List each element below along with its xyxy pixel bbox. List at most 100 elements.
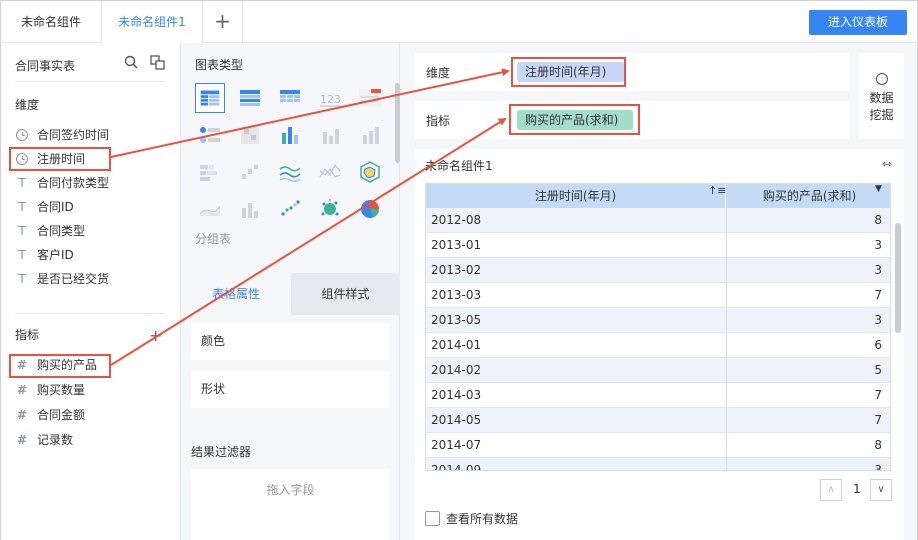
- component-title[interactable]: 未命名组件1: [425, 157, 493, 174]
- color-property[interactable]: 颜色: [191, 323, 390, 360]
- cell-value: 5: [874, 363, 882, 377]
- funnel-bar-chart-icon[interactable]: [235, 194, 265, 224]
- text-type-icon: T: [18, 224, 26, 238]
- metric-field-quantity[interactable]: # 购买数量: [15, 380, 85, 400]
- cell-date: 2014-09: [431, 463, 482, 471]
- stacked-bar-chart-icon[interactable]: [195, 157, 225, 187]
- multi-bar-chart-icon[interactable]: [275, 120, 305, 150]
- dimension-field-contract-sign-time[interactable]: 合同签约时间: [15, 125, 109, 145]
- column-header-products-sum[interactable]: 购买的产品(求和): [727, 184, 890, 208]
- expand-icon[interactable]: ⇿: [882, 157, 892, 171]
- add-tab-button[interactable]: +: [203, 1, 243, 43]
- table-row: 2014-01 6: [426, 333, 890, 358]
- field-label: 合同类型: [37, 224, 86, 238]
- polyline-chart-icon[interactable]: [315, 157, 345, 187]
- enter-dashboard-button[interactable]: 进入仪表板: [809, 10, 907, 35]
- data-mining-button[interactable]: 数据 挖掘: [859, 53, 904, 139]
- shape-property[interactable]: 形状: [191, 371, 390, 408]
- field-label: 记录数: [37, 433, 74, 447]
- dimension-drop-zone[interactable]: 维度 注册时间(年月): [415, 53, 849, 91]
- prev-page-button[interactable]: ∧: [820, 479, 842, 501]
- next-page-button[interactable]: ∨: [870, 479, 892, 501]
- table-row: 2013-03 7: [426, 283, 890, 308]
- metric-field-amount[interactable]: # 合同金额: [15, 405, 85, 425]
- line-chart-icon[interactable]: [275, 157, 305, 187]
- divider: [15, 81, 165, 82]
- tab-component-style[interactable]: 组件样式: [291, 273, 400, 315]
- kpi-number-chart-icon[interactable]: 123: [315, 83, 345, 113]
- dimension-field-contract-type[interactable]: T 合同类型: [15, 221, 85, 241]
- scatter-chart-icon[interactable]: [275, 194, 305, 224]
- tab-unnamed-component[interactable]: 未命名组件: [1, 1, 102, 43]
- annotation-box-dimension: [511, 57, 626, 87]
- checkbox-icon[interactable]: [425, 511, 440, 526]
- property-tabs: 表格属性 组件样式: [181, 273, 400, 315]
- text-type-icon: T: [18, 272, 26, 286]
- bubble-chart-icon[interactable]: [315, 194, 345, 224]
- table-row: 2014-03 7: [426, 383, 890, 408]
- chart-type-title: 图表类型: [195, 58, 244, 72]
- cell-value: 7: [874, 388, 882, 402]
- chart-config-panel: 图表类型 123 分组表 表格属性 组件样式 颜色 形状 结果过滤器 拖入字段: [181, 43, 400, 540]
- table-row: 2014-09 3: [426, 458, 890, 471]
- dimension-field-payment-type[interactable]: T 合同付款类型: [15, 173, 109, 193]
- table-header: 注册时间(年月) ↑≡ 购买的产品(求和) ▼: [426, 184, 890, 208]
- annotation-box-register-time: [9, 147, 111, 171]
- cell-date: 2014-02: [431, 363, 482, 377]
- divider: [15, 313, 165, 314]
- text-chart-icon[interactable]: [355, 83, 385, 113]
- annotation-box-metric: [509, 104, 640, 135]
- cell-value: 3: [874, 463, 882, 471]
- area-chart-icon[interactable]: [195, 194, 225, 224]
- clock-icon: [16, 129, 28, 141]
- table-row: 2013-01 3: [426, 233, 890, 258]
- top-tab-bar: 未命名组件 未命名组件1 + 进入仪表板: [0, 0, 918, 43]
- radar-chart-icon[interactable]: [355, 157, 385, 187]
- tab-table-properties[interactable]: 表格属性: [181, 273, 291, 315]
- group-table-chart-icon[interactable]: [195, 83, 225, 113]
- cell-date: 2013-05: [431, 313, 482, 327]
- svg-text:123: 123: [320, 93, 341, 106]
- cell-date: 2012-08: [431, 213, 482, 227]
- bar-chart-icon[interactable]: [315, 120, 345, 150]
- field-label: 合同ID: [37, 200, 74, 214]
- data-mining-icon: [875, 73, 888, 85]
- result-filter-title: 结果过滤器: [191, 445, 252, 459]
- dimension-field-delivered[interactable]: T 是否已经交货: [15, 269, 109, 289]
- heatmap-chart-icon[interactable]: [235, 120, 265, 150]
- column-divider: [726, 208, 727, 470]
- pie-chart-icon[interactable]: [355, 194, 385, 224]
- cell-value: 8: [874, 213, 882, 227]
- cell-date: 2014-07: [431, 438, 482, 452]
- cross-table-chart-icon[interactable]: [235, 83, 265, 113]
- text-type-icon: T: [18, 176, 26, 190]
- sort-icon[interactable]: ↑≡: [708, 184, 726, 197]
- tab-unnamed-component-1[interactable]: 未命名组件1: [102, 1, 203, 43]
- table-name: 合同事实表: [15, 59, 76, 73]
- table-scrollbar[interactable]: [895, 223, 901, 333]
- column-chart-icon[interactable]: [355, 120, 385, 150]
- field-label: 合同签约时间: [37, 128, 110, 142]
- preview-panel: 维度 注册时间(年月) 指标 购买的产品(求和) 数据 挖掘 未命名组件1 ⇿ …: [400, 43, 918, 540]
- table-row: 2012-08 8: [426, 208, 890, 233]
- field-label: 客户ID: [37, 248, 74, 262]
- column-header-register-time[interactable]: 注册时间(年月): [426, 184, 726, 208]
- add-metric-button[interactable]: +: [149, 326, 162, 345]
- dimension-field-contract-id[interactable]: T 合同ID: [15, 197, 74, 217]
- table-row: 2014-05 7: [426, 408, 890, 433]
- cell-date: 2013-01: [431, 238, 482, 252]
- metric-field-record-count[interactable]: # 记录数: [15, 430, 73, 450]
- filter-drop-zone[interactable]: 拖入字段: [191, 469, 390, 540]
- data-mining-label-line2: 挖掘: [869, 108, 894, 122]
- range-chart-icon[interactable]: [235, 157, 265, 187]
- cell-value: 8: [874, 438, 882, 452]
- switch-view-icon[interactable]: [150, 55, 165, 70]
- search-icon[interactable]: [124, 55, 138, 69]
- view-all-data-checkbox[interactable]: 查看所有数据: [425, 511, 518, 527]
- dimension-field-customer-id[interactable]: T 客户ID: [15, 245, 74, 265]
- detail-table-chart-icon[interactable]: [275, 83, 305, 113]
- annotation-box-products: [9, 354, 111, 378]
- map-point-chart-icon[interactable]: [195, 120, 225, 150]
- dimension-zone-label: 维度: [426, 66, 451, 80]
- sort-desc-icon[interactable]: ▼: [875, 184, 882, 194]
